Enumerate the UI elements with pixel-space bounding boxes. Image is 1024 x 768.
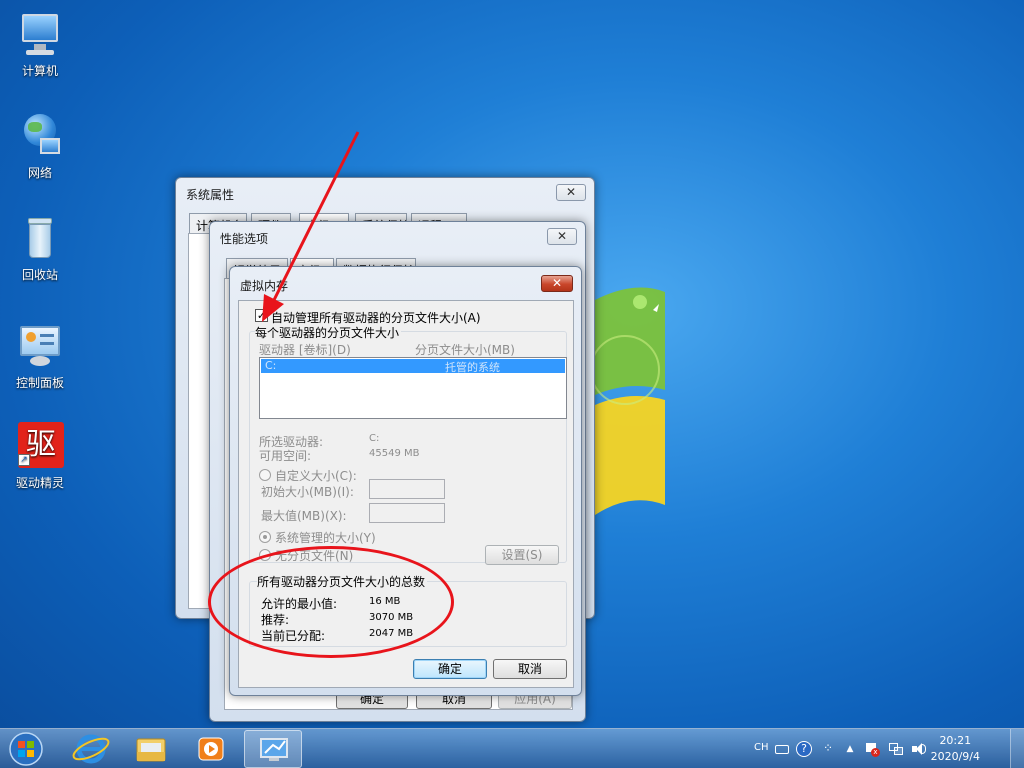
per-drive-group-title: 每个驱动器的分页文件大小 (255, 324, 402, 341)
free-space-label: 可用空间: (259, 449, 312, 463)
driver-genius-logo: 驱 ↗ (16, 422, 64, 470)
initial-size-input[interactable] (369, 479, 445, 499)
settings-dots-icon[interactable]: ⁘ (820, 741, 836, 757)
desktop-icon-label: 计算机 (21, 64, 58, 78)
taskbar-file-explorer[interactable] (122, 730, 180, 768)
keyboard-icon[interactable] (774, 741, 790, 757)
desktop-icon-label: 驱动精灵 (15, 476, 64, 490)
close-button[interactable]: ✕ (541, 275, 573, 292)
recycle-bin-icon (16, 214, 64, 262)
cancel-button[interactable]: 取消 (493, 659, 567, 679)
start-button[interactable] (4, 730, 48, 768)
allocated-label: 当前已分配: (261, 629, 326, 643)
clock-date: 2020/9/4 (930, 750, 980, 763)
virtual-memory-dialog: 虚拟内存 ✕ ✓ 自动管理所有驱动器的分页文件大小(A) 每个驱动器的分页文件大… (229, 266, 582, 696)
no-paging-radio[interactable] (259, 549, 271, 561)
control-panel-icon (16, 322, 64, 370)
folder-icon (136, 738, 166, 762)
network-globe-icon (16, 112, 64, 160)
custom-size-radio[interactable] (259, 469, 271, 481)
computer-icon (16, 10, 64, 58)
media-player-icon (198, 737, 224, 761)
drive-size: 托管的系统 (445, 361, 500, 374)
recommended-label: 推荐: (261, 613, 290, 627)
allocated-value: 2047 MB (369, 628, 414, 639)
free-space-value: 45549 MB (369, 448, 420, 459)
network-status-icon[interactable] (888, 741, 904, 757)
dialog-body: ✓ 自动管理所有驱动器的分页文件大小(A) 每个驱动器的分页文件大小 驱动器 [… (238, 300, 574, 688)
window-title: 虚拟内存 (240, 279, 289, 293)
desktop-icon-network[interactable]: 网络 (4, 112, 76, 181)
auto-manage-checkbox[interactable]: ✓ (255, 309, 268, 322)
desktop-icon-label: 控制面板 (15, 376, 64, 390)
drive-list[interactable]: C: 托管的系统 (259, 357, 567, 419)
taskbar-media-player[interactable] (182, 730, 240, 768)
no-paging-label: 无分页文件(N) (275, 549, 354, 563)
drive-letter: C: (265, 359, 277, 372)
desktop-icon-recycle-bin[interactable]: 回收站 (4, 214, 76, 283)
system-properties-icon (260, 738, 288, 761)
windows-logo-wallpaper (590, 287, 665, 515)
close-button[interactable]: ✕ (556, 184, 586, 201)
system-managed-label: 系统管理的大小(Y) (275, 531, 376, 545)
min-allowed-label: 允许的最小值: (261, 597, 338, 611)
initial-size-label: 初始大小(MB)(I): (261, 485, 354, 499)
drive-column-header: 驱动器 [卷标](D) (259, 343, 351, 357)
size-column-header: 分页文件大小(MB) (415, 343, 515, 357)
selected-drive-value: C: (369, 433, 380, 444)
desktop-icon-driver-genius[interactable]: 驱 ↗ 驱动精灵 (4, 422, 76, 491)
system-managed-radio[interactable] (259, 531, 271, 543)
windows-orb-icon (9, 732, 43, 766)
ok-button[interactable]: 确定 (413, 659, 487, 679)
show-desktop-button[interactable] (1010, 729, 1024, 768)
max-size-label: 最大值(MB)(X): (261, 509, 347, 523)
window-title: 系统属性 (186, 188, 235, 202)
system-tray: CH ? ⁘ ▲ x (740, 729, 960, 768)
volume-icon[interactable] (910, 741, 926, 757)
totals-group-title: 所有驱动器分页文件大小的总数 (257, 573, 428, 590)
desktop-icon-control-panel[interactable]: 控制面板 (4, 322, 76, 391)
taskbar-internet-explorer[interactable] (62, 730, 120, 768)
recommended-value: 3070 MB (369, 612, 414, 623)
clock-time: 20:21 (939, 734, 972, 747)
drive-list-row[interactable]: C: 托管的系统 (261, 359, 565, 374)
internet-explorer-icon (72, 734, 110, 764)
window-title: 性能选项 (220, 232, 269, 246)
taskbar: CH ? ⁘ ▲ x 20:21 2020/9/4 (0, 728, 1024, 768)
set-button[interactable]: 设置(S) (485, 545, 559, 565)
help-icon[interactable]: ? (796, 741, 812, 757)
language-indicator[interactable]: CH (754, 742, 769, 753)
max-size-input[interactable] (369, 503, 445, 523)
clock[interactable]: 20:21 2020/9/4 (931, 733, 980, 765)
show-hidden-icons-arrow[interactable]: ▲ (842, 741, 858, 757)
desktop-icon-computer[interactable]: 计算机 (4, 10, 76, 79)
desktop-icon-label: 网络 (27, 166, 52, 180)
desktop-icon-label: 回收站 (21, 268, 58, 282)
close-button[interactable]: ✕ (547, 228, 577, 245)
action-center-flag-icon[interactable]: x (864, 741, 880, 757)
min-allowed-value: 16 MB (369, 596, 401, 607)
taskbar-system-properties[interactable] (244, 730, 302, 768)
shortcut-arrow-icon: ↗ (18, 454, 30, 466)
custom-size-label: 自定义大小(C): (275, 469, 357, 483)
